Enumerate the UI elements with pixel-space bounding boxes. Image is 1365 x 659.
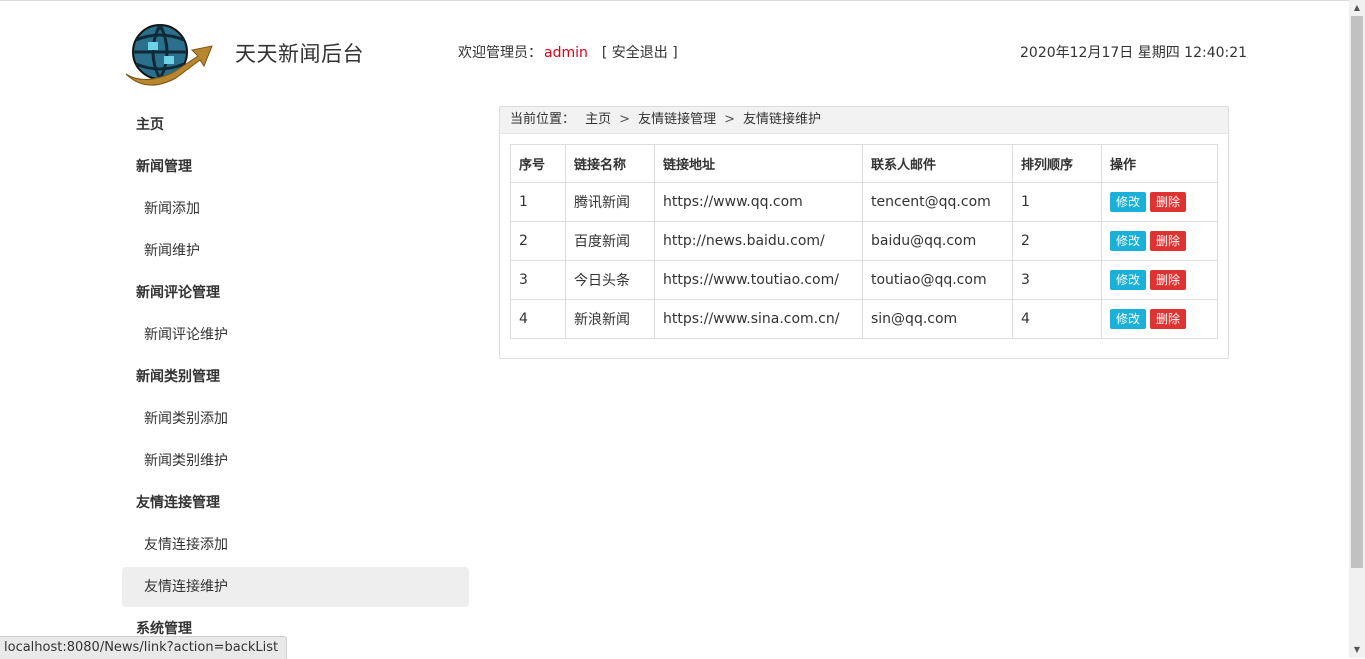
edit-button[interactable]: 修改: [1110, 192, 1147, 212]
cell-id: 3: [510, 260, 566, 300]
breadcrumb-prefix: 当前位置：: [510, 112, 576, 127]
cell-email: sin@qq.com: [862, 299, 1013, 339]
scroll-up-arrow-icon[interactable]: ▲: [1349, 0, 1365, 16]
cell-url: https://www.toutiao.com/: [654, 260, 863, 300]
logo-globe-icon: [124, 16, 214, 88]
sidebar-item-link-management[interactable]: 友情连接管理: [122, 483, 469, 523]
sidebar-item-link-maintain[interactable]: 友情连接维护: [122, 567, 469, 607]
scroll-down-arrow-icon[interactable]: ▼: [1349, 642, 1365, 658]
column-header-order: 排列顺序: [1012, 144, 1102, 183]
cell-url: http://news.baidu.com/: [654, 221, 863, 261]
logout-link[interactable]: [ 安全退出 ]: [602, 45, 678, 61]
column-header-url: 链接地址: [654, 144, 863, 183]
sidebar-item-category-maintain[interactable]: 新闻类别维护: [122, 441, 469, 481]
cell-name: 百度新闻: [565, 221, 655, 261]
sidebar-item-comment-management[interactable]: 新闻评论管理: [122, 273, 469, 313]
breadcrumb-home[interactable]: 主页: [585, 112, 611, 127]
edit-button[interactable]: 修改: [1110, 231, 1147, 251]
cell-id: 1: [510, 182, 566, 222]
cell-url: https://www.sina.com.cn/: [654, 299, 863, 339]
cell-actions: 修改 删除: [1101, 182, 1218, 222]
browser-status-url: localhost:8080/News/link?action=backList: [0, 636, 288, 659]
breadcrumb: 当前位置： 主页 > 友情链接管理 > 友情链接维护: [500, 107, 1228, 134]
column-header-email: 联系人邮件: [862, 144, 1013, 183]
sidebar-item-comment-maintain[interactable]: 新闻评论维护: [122, 315, 469, 355]
delete-button[interactable]: 删除: [1150, 309, 1187, 329]
breadcrumb-separator: >: [724, 112, 735, 127]
column-header-id: 序号: [510, 144, 566, 183]
cell-order: 2: [1012, 221, 1102, 261]
cell-email: baidu@qq.com: [862, 221, 1013, 261]
breadcrumb-link-management[interactable]: 友情链接管理: [638, 112, 716, 127]
links-table: 序号 链接名称 链接地址 联系人邮件 排列顺序 操作 1 腾讯新闻 https:…: [510, 144, 1218, 339]
cell-email: tencent@qq.com: [862, 182, 1013, 222]
table-row: 2 百度新闻 http://news.baidu.com/ baidu@qq.c…: [510, 221, 1218, 261]
table-row: 3 今日头条 https://www.toutiao.com/ toutiao@…: [510, 260, 1218, 300]
page-scrollbar[interactable]: ▲ ▼: [1349, 0, 1365, 658]
cell-order: 3: [1012, 260, 1102, 300]
cell-order: 4: [1012, 299, 1102, 339]
sidebar-item-news-management[interactable]: 新闻管理: [122, 147, 469, 187]
table-row: 1 腾讯新闻 https://www.qq.com tencent@qq.com…: [510, 182, 1218, 222]
sidebar-item-home[interactable]: 主页: [122, 105, 469, 145]
column-header-actions: 操作: [1101, 144, 1218, 183]
cell-id: 2: [510, 221, 566, 261]
sidebar-item-news-maintain[interactable]: 新闻维护: [122, 231, 469, 271]
cell-email: toutiao@qq.com: [862, 260, 1013, 300]
delete-button[interactable]: 删除: [1150, 192, 1187, 212]
current-datetime: 2020年12月17日 星期四 12:40:21: [1020, 45, 1248, 61]
breadcrumb-separator: >: [619, 112, 631, 127]
admin-username: admin: [544, 45, 588, 61]
cell-actions: 修改 删除: [1101, 299, 1218, 339]
welcome-prefix: 欢迎管理员：: [458, 45, 542, 61]
cell-id: 4: [510, 299, 566, 339]
column-header-name: 链接名称: [565, 144, 655, 183]
sidebar-item-category-management[interactable]: 新闻类别管理: [122, 357, 469, 397]
sidebar-item-category-add[interactable]: 新闻类别添加: [122, 399, 469, 439]
cell-actions: 修改 删除: [1101, 221, 1218, 261]
table-header-row: 序号 链接名称 链接地址 联系人邮件 排列顺序 操作: [510, 144, 1218, 183]
edit-button[interactable]: 修改: [1110, 270, 1147, 290]
delete-button[interactable]: 删除: [1150, 270, 1187, 290]
welcome-text: 欢迎管理员： admin [ 安全退出 ]: [458, 42, 678, 62]
window-top-border: [0, 0, 1349, 1]
table-row: 4 新浪新闻 https://www.sina.com.cn/ sin@qq.c…: [510, 299, 1218, 339]
sidebar-item-news-add[interactable]: 新闻添加: [122, 189, 469, 229]
cell-name: 今日头条: [565, 260, 655, 300]
cell-order: 1: [1012, 182, 1102, 222]
delete-button[interactable]: 删除: [1150, 231, 1187, 251]
breadcrumb-current: 友情链接维护: [743, 112, 822, 127]
scrollbar-thumb[interactable]: [1351, 16, 1363, 568]
sidebar-nav: 主页 新闻管理 新闻添加 新闻维护 新闻评论管理 新闻评论维护 新闻类别管理 新…: [122, 105, 469, 651]
main-panel: 当前位置： 主页 > 友情链接管理 > 友情链接维护 序号 链接名称 链接地址 联系人邮…: [499, 106, 1229, 359]
sidebar-item-link-add[interactable]: 友情连接添加: [122, 525, 469, 565]
cell-name: 腾讯新闻: [565, 182, 655, 222]
edit-button[interactable]: 修改: [1110, 309, 1147, 329]
cell-name: 新浪新闻: [565, 299, 655, 339]
cell-url: https://www.qq.com: [654, 182, 863, 222]
cell-actions: 修改 删除: [1101, 260, 1218, 300]
app-title: 天天新闻后台: [235, 42, 364, 66]
